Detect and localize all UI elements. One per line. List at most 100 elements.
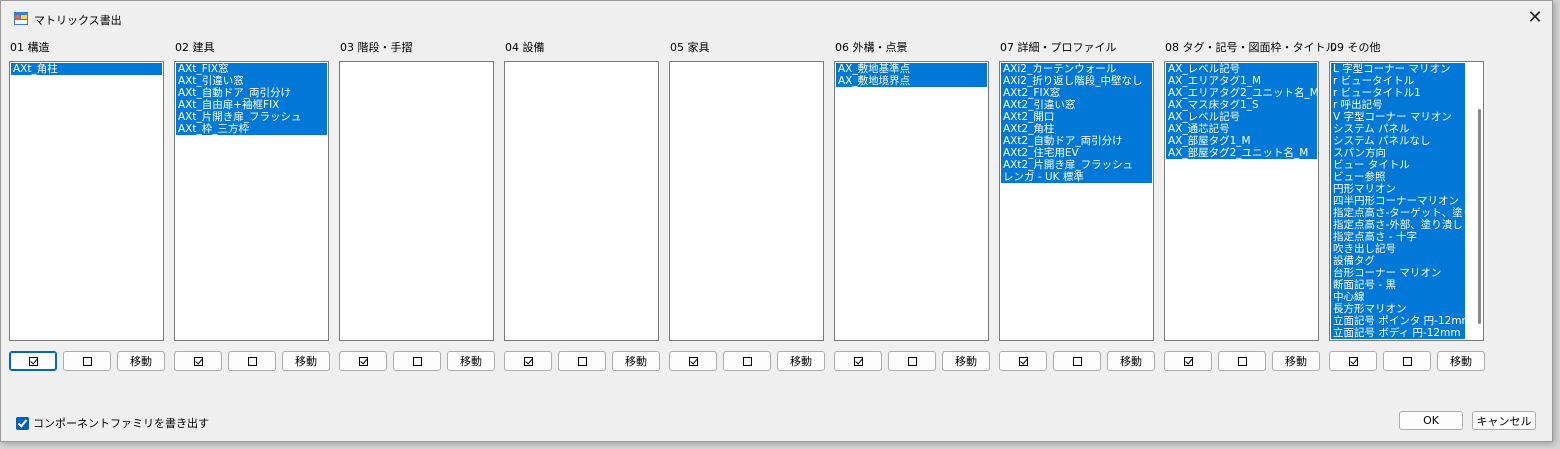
list-item[interactable]: システム パネルなし [1331,135,1465,147]
move-button[interactable]: 移動 [282,351,330,371]
list-item[interactable]: r ビュータイトル1 [1331,87,1465,99]
family-listbox[interactable]: AX_敷地基準点 AX_敷地境界点 [834,61,989,341]
list-item[interactable]: AX_通芯記号 [1166,123,1317,135]
list-item[interactable]: AX_部屋タグ2_ユニット名_M [1166,147,1317,159]
list-item[interactable]: AX_敷地基準点 [836,63,987,75]
move-button[interactable]: 移動 [777,351,825,371]
ok-button[interactable]: OK [1399,411,1463,430]
close-icon[interactable]: ✕ [1524,7,1546,29]
move-button[interactable]: 移動 [942,351,990,371]
list-item[interactable]: AXt_自動ドア_両引分け [176,87,327,99]
list-item[interactable]: 吹き出し記号 [1331,243,1465,255]
list-item[interactable]: システム パネル [1331,123,1465,135]
list-item[interactable]: AX_敷地境界点 [836,75,987,87]
uncheck-all-button[interactable] [1053,351,1101,371]
export-family-label: コンポーネントファミリを書き出す [33,417,209,430]
list-item[interactable]: 指定点高さ-ターゲット、塗りつ [1331,207,1465,219]
uncheck-all-button[interactable] [558,351,606,371]
list-item[interactable]: AXt_枠_三方枠 [176,123,327,135]
list-item[interactable]: 立面記号 ポインタ 円-12mm [1331,315,1465,327]
move-button[interactable]: 移動 [117,351,165,371]
list-item[interactable]: r ビュータイトル [1331,75,1465,87]
list-item[interactable]: 断面記号 - 黒 [1331,279,1465,291]
check-all-button[interactable] [1329,351,1377,371]
list-item[interactable]: AXt_角柱 [11,63,162,75]
family-listbox[interactable] [504,61,659,341]
list-item[interactable]: AXt2_開口 [1001,111,1152,123]
move-button[interactable]: 移動 [447,351,495,371]
check-all-button[interactable] [339,351,387,371]
uncheck-all-button[interactable] [888,351,936,371]
category-column: 04 設備 移動 [504,39,660,371]
list-item[interactable]: AX_エリアタグ2_ユニット名_M [1166,87,1317,99]
check-all-button[interactable] [9,351,57,371]
list-item[interactable]: AX_部屋タグ1_M [1166,135,1317,147]
list-item[interactable]: AXt2_片開き扉_フラッシュ [1001,159,1152,171]
family-listbox[interactable]: AX_レベル記号 AX_エリアタグ1_M AX_エリアタグ2_ユニット名_M AX_マ… [1164,61,1319,341]
list-item[interactable]: ビュー参照 [1331,171,1465,183]
list-item[interactable]: 台形コーナー マリオン [1331,267,1465,279]
empty-box-icon [247,356,257,366]
category-label: 02 建具 [175,41,215,54]
list-item[interactable]: AXt2_住宅用EV [1001,147,1152,159]
uncheck-all-button[interactable] [723,351,771,371]
list-item[interactable]: AX_レベル記号 [1166,111,1317,123]
move-button[interactable]: 移動 [1272,351,1320,371]
list-item[interactable]: AX_エリアタグ1_M [1166,75,1317,87]
column-button-row: 移動 [1164,351,1320,371]
move-button[interactable]: 移動 [1437,351,1485,371]
family-listbox[interactable] [669,61,824,341]
check-all-button[interactable] [174,351,222,371]
list-item[interactable]: AXt_FIX窓 [176,63,327,75]
check-all-button[interactable] [1164,351,1212,371]
list-item[interactable]: AXt_片開き扉_フラッシュ [176,111,327,123]
list-item[interactable]: AXt2_引違い窓 [1001,99,1152,111]
list-item[interactable]: 立面記号 ボディ 円-12mm [1331,327,1465,339]
list-item[interactable]: AXt_自由扉+袖框FIX [176,99,327,111]
check-all-button[interactable] [834,351,882,371]
list-item[interactable]: 中心線 [1331,291,1465,303]
list-item[interactable]: AXi2_折り返し階段_中壁なし [1001,75,1152,87]
family-listbox[interactable]: AXi2_カーテンウォール AXi2_折り返し階段_中壁なし AXt2_FIX窓 AX… [999,61,1154,341]
family-listbox[interactable]: AXt_FIX窓 AXt_引違い窓 AXt_自動ドア_両引分け AXt_自由扉+袖框F… [174,61,329,341]
list-item[interactable]: AX_マス床タグ1_S [1166,99,1317,111]
list-item[interactable]: スパン方向 [1331,147,1465,159]
list-item[interactable]: 指定点高さ - 十字 [1331,231,1465,243]
uncheck-all-button[interactable] [1218,351,1266,371]
export-family-option[interactable]: コンポーネントファミリを書き出す [16,415,209,431]
list-item[interactable]: 円形マリオン [1331,183,1465,195]
list-item[interactable]: AXt_引違い窓 [176,75,327,87]
list-item[interactable]: 設備タグ [1331,255,1465,267]
list-item[interactable]: r 呼出記号 [1331,99,1465,111]
checked-box-icon [28,356,38,366]
family-listbox[interactable]: L 字型コーナー マリオン r ビュータイトル r ビュータイトル1 r 呼出記号 V … [1329,61,1484,341]
list-item[interactable]: L 字型コーナー マリオン [1331,63,1465,75]
category-label: 05 家具 [670,41,710,54]
listbox-scrollbar[interactable] [1478,109,1481,324]
list-item[interactable]: レンガ - UK 標準 [1001,171,1152,183]
move-button[interactable]: 移動 [612,351,660,371]
list-item[interactable]: AXt2_自動ドア_両引分け [1001,135,1152,147]
check-all-button[interactable] [669,351,717,371]
uncheck-all-button[interactable] [228,351,276,371]
move-button[interactable]: 移動 [1107,351,1155,371]
uncheck-all-button[interactable] [1383,351,1431,371]
uncheck-all-button[interactable] [393,351,441,371]
list-item[interactable]: AXt2_角柱 [1001,123,1152,135]
uncheck-all-button[interactable] [63,351,111,371]
list-item[interactable]: AXt2_FIX窓 [1001,87,1152,99]
list-item[interactable]: ビュー タイトル [1331,159,1465,171]
cancel-button[interactable]: キャンセル [1472,411,1536,430]
check-all-button[interactable] [504,351,552,371]
list-item[interactable]: AX_レベル記号 [1166,63,1317,75]
check-all-button[interactable] [999,351,1047,371]
list-item[interactable]: 長方形マリオン [1331,303,1465,315]
list-item[interactable]: 四半円形コーナーマリオン [1331,195,1465,207]
list-item[interactable]: AXi2_カーテンウォール [1001,63,1152,75]
list-item[interactable]: V 字型コーナー マリオン [1331,111,1465,123]
export-family-checkbox[interactable] [16,416,29,430]
category-column: 05 家具移動 [669,39,825,371]
family-listbox[interactable] [339,61,494,341]
list-item[interactable]: 指定点高さ-外部、塗り潰し [1331,219,1465,231]
family-listbox[interactable]: AXt_角柱 [9,61,164,341]
